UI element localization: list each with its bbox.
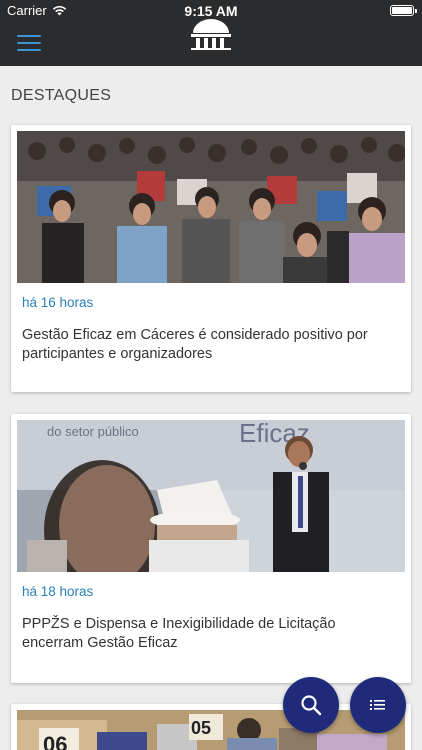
list-view-button[interactable]: [350, 677, 406, 733]
top-navigation-bar: Carrier 9:15 AM: [0, 0, 422, 66]
auction-number-05: 05: [191, 718, 211, 738]
news-card[interactable]: do setor público Eficaz há 18 horas PPPŽ…: [11, 414, 411, 683]
news-card[interactable]: há 16 horas Gestão Eficaz em Cáceres é c…: [11, 125, 411, 392]
section-title: DESTAQUES: [11, 87, 112, 104]
news-title[interactable]: PPPŽS e Dispensa e Inexigibilidade de Li…: [22, 615, 400, 653]
banner-text-left: do setor público: [47, 424, 139, 439]
list-icon: [370, 700, 385, 710]
news-time: há 16 horas: [22, 295, 94, 310]
search-button[interactable]: [283, 677, 339, 733]
news-photo-auction: 06 05: [17, 710, 405, 750]
auction-number-06: 06: [43, 732, 67, 750]
news-photo-audience: [17, 131, 405, 283]
tribunal-building-logo[interactable]: [189, 18, 233, 50]
hamburger-menu-icon[interactable]: [17, 35, 41, 51]
news-photo-speaker: do setor público Eficaz: [17, 420, 405, 572]
news-time: há 18 horas: [22, 584, 94, 599]
news-title[interactable]: Gestão Eficaz em Cáceres é considerado p…: [22, 326, 400, 364]
search-icon: [301, 695, 322, 716]
status-time: 9:15 AM: [184, 3, 238, 19]
battery-icon: [390, 5, 417, 16]
